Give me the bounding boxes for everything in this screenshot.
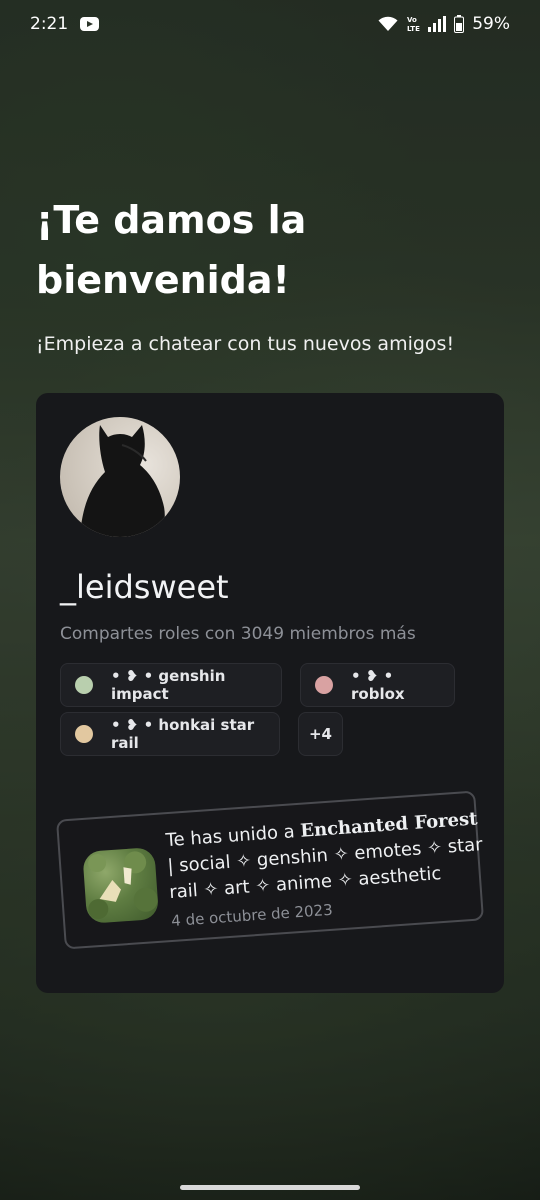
battery-percentage: 59% bbox=[472, 14, 510, 34]
role-tag-genshin[interactable]: • ❥ • genshin impact bbox=[60, 663, 282, 707]
status-time: 2:21 bbox=[30, 14, 69, 34]
role-label: • ❥ • genshin impact bbox=[111, 667, 226, 703]
role-color-dot bbox=[75, 676, 93, 694]
status-bar: 2:21 Vo LTE 59% bbox=[0, 0, 540, 48]
role-color-dot bbox=[75, 725, 93, 743]
server-icon[interactable] bbox=[82, 847, 160, 924]
youtube-icon bbox=[80, 17, 100, 31]
more-roles-button[interactable]: +4 bbox=[298, 712, 343, 756]
svg-text:LTE: LTE bbox=[407, 25, 420, 33]
svg-text:Vo: Vo bbox=[407, 16, 417, 24]
joined-server-banner: Te has unido a Enchanted Forest | social… bbox=[55, 790, 485, 950]
volte-icon: Vo LTE bbox=[406, 15, 420, 33]
profile-card: _leidsweet Compartes roles con 3049 miem… bbox=[36, 393, 504, 993]
home-indicator[interactable] bbox=[180, 1185, 360, 1190]
joined-prefix: Te has unido a bbox=[164, 820, 302, 852]
joined-message: Te has unido a Enchanted Forest | social… bbox=[165, 806, 492, 934]
role-tag-honkai[interactable]: • ❥ • honkai star rail bbox=[60, 712, 280, 756]
role-label: • ❥ • roblox bbox=[351, 667, 405, 703]
welcome-title: ¡Te damos la bienvenida! bbox=[36, 198, 307, 302]
role-label: • ❥ • honkai star rail bbox=[111, 716, 255, 752]
role-tag-roblox[interactable]: • ❥ • roblox bbox=[300, 663, 455, 707]
more-roles-count: +4 bbox=[308, 725, 332, 743]
shared-roles-text: Compartes roles con 3049 miembros más bbox=[60, 624, 416, 644]
battery-icon bbox=[454, 15, 465, 33]
welcome-subtitle: ¡Empieza a chatear con tus nuevos amigos… bbox=[36, 333, 455, 355]
username: _leidsweet bbox=[60, 568, 229, 606]
avatar[interactable] bbox=[60, 417, 180, 537]
wifi-icon bbox=[378, 16, 398, 32]
role-color-dot bbox=[315, 676, 333, 694]
signal-icon bbox=[428, 16, 447, 32]
